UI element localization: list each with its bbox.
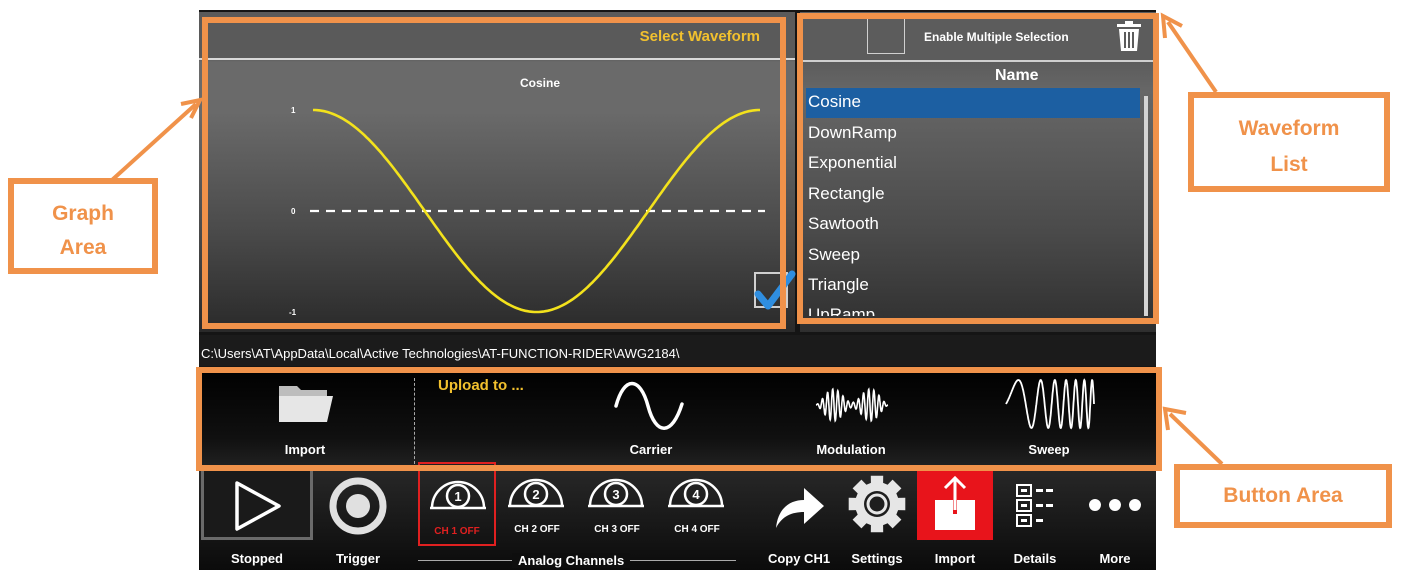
file-path-bar: C:\Users\AT\AppData\Local\Active Technol… <box>199 335 1156 366</box>
waveform-list-highlight <box>797 13 1159 324</box>
details-label: Details <box>1013 551 1057 566</box>
share-arrow-icon <box>776 488 824 528</box>
channel-2-icon: 2 <box>508 478 564 508</box>
import-toolbar-button[interactable]: Import <box>915 468 995 570</box>
channel-4-button[interactable]: 4 CH 4 OFF <box>658 462 736 546</box>
upload-icon <box>935 475 975 530</box>
channel-4-icon: 4 <box>668 478 724 508</box>
graph-area-callout: Graph Area <box>8 178 158 274</box>
play-icon <box>235 481 281 531</box>
graph-area-highlight <box>202 17 786 329</box>
trigger-icon <box>329 477 387 535</box>
gear-icon <box>848 475 906 533</box>
channel-3-status: CH 3 OFF <box>594 524 640 535</box>
details-list-icon <box>1016 484 1053 527</box>
waveform-list-callout-line2: List <box>1270 153 1308 176</box>
channel-4-number: 4 <box>692 487 700 502</box>
analog-channels-label: Analog Channels <box>512 553 631 568</box>
channel-4-status: CH 4 OFF <box>674 524 720 535</box>
more-label: More <box>1099 551 1131 566</box>
copy-channel-label: Copy CH1 <box>767 551 831 566</box>
channel-3-number: 3 <box>612 487 619 502</box>
details-button[interactable]: Details <box>998 468 1072 570</box>
channel-2-button[interactable]: 2 CH 2 OFF <box>498 462 576 546</box>
trigger-button[interactable]: Trigger <box>318 468 398 570</box>
import-toolbar-label: Import <box>934 551 976 566</box>
button-area-callout: Button Area <box>1174 464 1392 528</box>
more-button[interactable]: More <box>1076 468 1154 570</box>
channel-3-icon: 3 <box>588 478 644 508</box>
waveform-list-callout-line1: Waveform <box>1238 117 1340 140</box>
graph-area-callout-line1: Graph <box>52 202 114 225</box>
stopped-label: Stopped <box>231 551 283 566</box>
channel-2-status: CH 2 OFF <box>514 524 560 535</box>
channel-2-number: 2 <box>532 487 539 502</box>
channel-1-icon: 1 <box>430 480 486 510</box>
channel-3-button[interactable]: 3 CH 3 OFF <box>578 462 656 546</box>
channel-1-status: CH 1 OFF <box>434 526 480 537</box>
button-area-highlight <box>196 367 1162 471</box>
trigger-label: Trigger <box>335 551 381 566</box>
copy-channel-button[interactable]: Copy CH1 <box>756 468 842 570</box>
more-dots-icon <box>1089 499 1141 511</box>
run-stop-button[interactable]: Stopped <box>199 468 315 570</box>
graph-area-callout-line2: Area <box>59 236 107 259</box>
channel-1-number: 1 <box>454 489 461 504</box>
settings-button[interactable]: Settings <box>842 468 912 570</box>
waveform-list-callout: Waveform List <box>1188 92 1390 192</box>
settings-label: Settings <box>851 551 903 566</box>
channel-1-button[interactable]: 1 CH 1 OFF <box>418 462 496 546</box>
